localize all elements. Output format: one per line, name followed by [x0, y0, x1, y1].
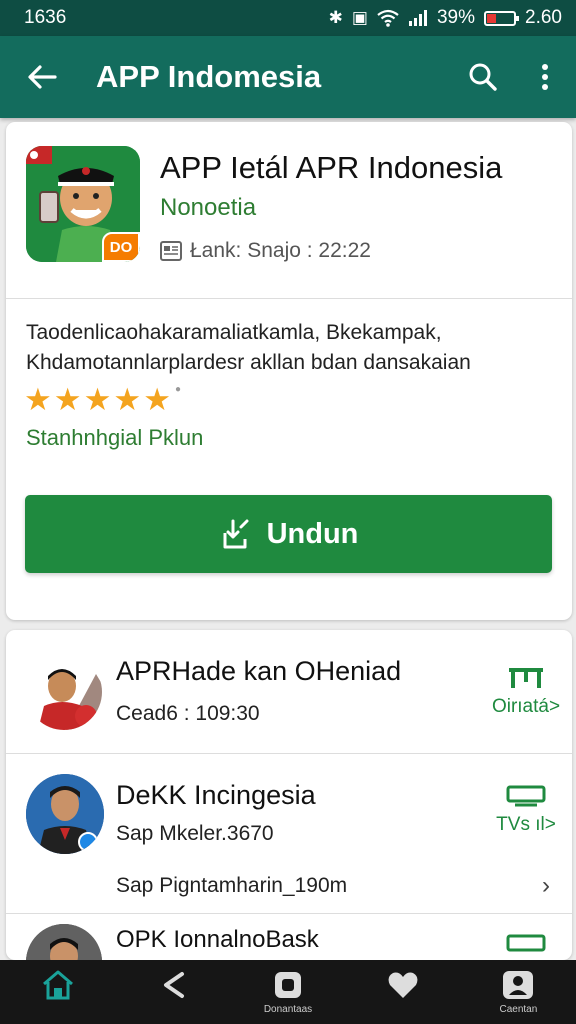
- list-item-action[interactable]: Oirıatá>: [492, 666, 560, 718]
- battery-icon: [484, 10, 520, 26]
- nav-label: Donantaas: [263, 1003, 313, 1015]
- list-item-action[interactable]: TVs ıl>: [496, 784, 556, 836]
- signal-icon: [408, 10, 427, 26]
- avatar: [26, 654, 102, 730]
- list-item-subtitle: Sap Mkeler.3670: [116, 822, 274, 845]
- status-bar: 1636 ✱ ▣ 39% 2.60: [0, 0, 576, 36]
- list-item-action[interactable]: [496, 932, 556, 952]
- list-item[interactable]: DeKK Incingesia Sap Mkeler.3670 Sap Pign…: [6, 754, 572, 914]
- star-icon: ★: [113, 382, 142, 417]
- tv-icon: [506, 785, 546, 807]
- avatar-image: [26, 654, 102, 730]
- arrow-left-icon: [28, 65, 57, 89]
- rating-label[interactable]: Stanhnhgial Pklun: [26, 425, 203, 451]
- app-meta: Łank: Snajo : 22:22: [160, 239, 371, 263]
- nav-share[interactable]: [115, 960, 230, 1024]
- related-list-card: APRHade kan OHeniad Cead6 : 109:30 Oirıa…: [6, 630, 572, 960]
- home-icon: [42, 970, 73, 999]
- bluetooth-icon: ✱: [328, 8, 343, 27]
- info-card-icon: [160, 241, 182, 261]
- status-icons: ✱ ▣ 39% 2.60: [329, 7, 562, 29]
- page-title: APP Indomesia: [96, 59, 322, 94]
- wifi-icon: [377, 9, 399, 27]
- list-item-title: OPK IonnalnoBask: [116, 926, 319, 953]
- back-button[interactable]: [0, 36, 84, 118]
- list-item-action-label: Oirıatá>: [491, 696, 561, 717]
- nav-favorites[interactable]: [346, 960, 461, 1024]
- share-icon: [163, 971, 184, 998]
- nav-label: Caentan: [499, 1003, 538, 1015]
- app-description: Taodenlicaohakaramaliatkamla, Bkekampak,…: [26, 321, 471, 374]
- search-button[interactable]: [452, 36, 514, 118]
- star-icon: ★: [53, 382, 82, 417]
- avatar-image: [26, 774, 104, 854]
- nav-profile[interactable]: Caentan: [461, 960, 576, 1024]
- app-title: APP Ietál APR Indonesia: [160, 150, 503, 185]
- tv-icon: [509, 668, 543, 688]
- avatar: [26, 774, 104, 854]
- app-badge: DO: [102, 232, 140, 262]
- app-meta-text: Łank: Snajo : 22:22: [190, 239, 371, 262]
- divider: [6, 298, 572, 299]
- nav-home[interactable]: [0, 960, 115, 1024]
- app-icon[interactable]: DO: [26, 146, 140, 262]
- avatar-image: [26, 924, 102, 960]
- battery-percent: 39%: [436, 7, 476, 28]
- profile-icon: [503, 970, 534, 999]
- rating-stars: ★ ★ ★ ★ ★ ●: [24, 384, 181, 415]
- star-icon: ★: [143, 382, 171, 417]
- download-button[interactable]: Undun: [25, 495, 552, 573]
- star-icon: ★: [83, 382, 112, 417]
- status-time: 1636: [24, 7, 67, 28]
- nav-downloads[interactable]: Donantaas: [230, 960, 345, 1024]
- chevron-right-icon[interactable]: ›: [542, 872, 550, 900]
- avatar: [26, 924, 102, 960]
- list-item-title: APRHade kan OHeniad: [116, 656, 402, 686]
- download-label: Undun: [266, 517, 359, 550]
- downloads-icon: [275, 971, 301, 998]
- star-icon: ★: [24, 382, 52, 417]
- app-detail-card: DO APP Ietál APR Indonesia Nonoetia Łank…: [6, 122, 572, 620]
- status-clock: 2.60: [525, 7, 562, 28]
- app-developer[interactable]: Nonoetia: [160, 194, 256, 222]
- list-item[interactable]: OPK IonnalnoBask: [6, 914, 572, 960]
- list-item-action-label: TVs ıl>: [496, 814, 556, 835]
- list-item-extra: Sap Pigntamharin_190m: [116, 874, 348, 897]
- list-item-title: DeKK Incingesia: [116, 780, 316, 810]
- app-bar: APP Indomesia: [0, 36, 576, 118]
- tv-icon: [506, 934, 546, 952]
- list-item-subtitle: Cead6 : 109:30: [116, 702, 260, 725]
- list-item[interactable]: APRHade kan OHeniad Cead6 : 109:30 Oirıa…: [6, 630, 572, 754]
- bottom-nav: Donantaas Caentan: [0, 960, 576, 1024]
- more-vertical-icon: [542, 64, 548, 90]
- search-icon: [469, 63, 497, 91]
- more-options-button[interactable]: [514, 36, 576, 118]
- rating-dot: ●: [174, 384, 182, 395]
- nfc-icon: ▣: [351, 8, 368, 27]
- download-hand-icon: [223, 519, 249, 549]
- heart-icon: [388, 972, 418, 998]
